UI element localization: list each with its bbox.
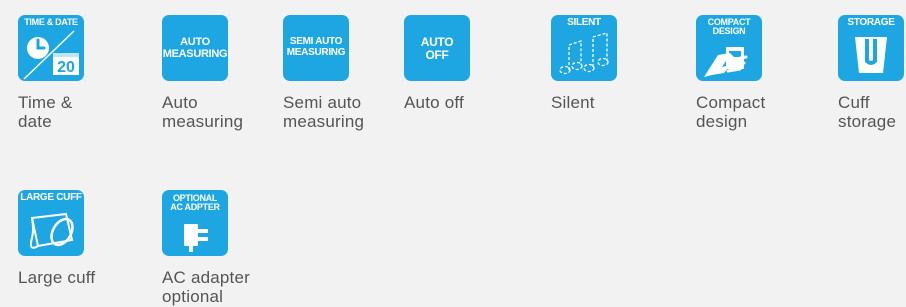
feature-label: Silent	[551, 93, 595, 112]
ac-adapter-badge: OPTIONAL AC ADPTER	[162, 190, 228, 256]
auto-measuring-badge-text: AUTO MEASURING	[162, 36, 228, 60]
feature-large-cuff: LARGE CUFF Large cuff	[18, 190, 95, 287]
plug-icon	[184, 224, 208, 252]
hand-holding-icon	[704, 47, 748, 77]
clock-calendar-icon: 20	[23, 30, 79, 80]
compact-badge: COMPACT DESIGN	[696, 15, 762, 81]
storage-badge: STORAGE	[838, 15, 904, 81]
large-cuff-badge: LARGE CUFF	[18, 190, 84, 256]
feature-time-date: TIME & DATE 20 Time & date	[18, 15, 84, 131]
feature-label: Semi auto measuring	[283, 93, 365, 131]
cuff-icon	[29, 212, 74, 249]
feature-label: Time & date	[18, 93, 73, 131]
auto-measuring-badge: AUTO MEASURING	[162, 15, 228, 81]
silent-badge: SILENT	[551, 15, 617, 81]
feature-ac-adapter: OPTIONAL AC ADPTER AC adapter optional	[162, 190, 250, 306]
feature-label: Auto off	[404, 93, 464, 112]
feature-label: Cuff storage	[838, 93, 897, 131]
feature-label: Auto measuring	[162, 93, 244, 131]
feature-compact: COMPACT DESIGN Compact design	[696, 15, 765, 131]
calendar-number: 20	[57, 59, 75, 76]
time-date-badge: TIME & DATE 20	[18, 15, 84, 81]
music-notes-icon	[559, 32, 609, 75]
feature-auto-measuring: AUTO MEASURING Auto measuring	[162, 15, 243, 131]
feature-semi-auto: SEMI AUTO MEASURING Semi auto measuring	[283, 15, 364, 131]
feature-label: Large cuff	[18, 268, 96, 287]
feature-label: AC adapter optional	[162, 268, 250, 306]
feature-silent: SILENT Silent	[551, 15, 617, 112]
semi-auto-badge-text: SEMI AUTO MEASURING	[286, 36, 346, 58]
feature-label: Compact design	[696, 93, 766, 131]
auto-off-badge-text: AUTO OFF	[420, 35, 454, 62]
feature-storage: STORAGE Cuff storage	[838, 15, 904, 131]
storage-box-icon	[855, 37, 887, 73]
auto-off-badge: AUTO OFF	[404, 15, 470, 81]
feature-auto-off: AUTO OFF Auto off	[404, 15, 470, 112]
semi-auto-badge: SEMI AUTO MEASURING	[283, 15, 349, 81]
